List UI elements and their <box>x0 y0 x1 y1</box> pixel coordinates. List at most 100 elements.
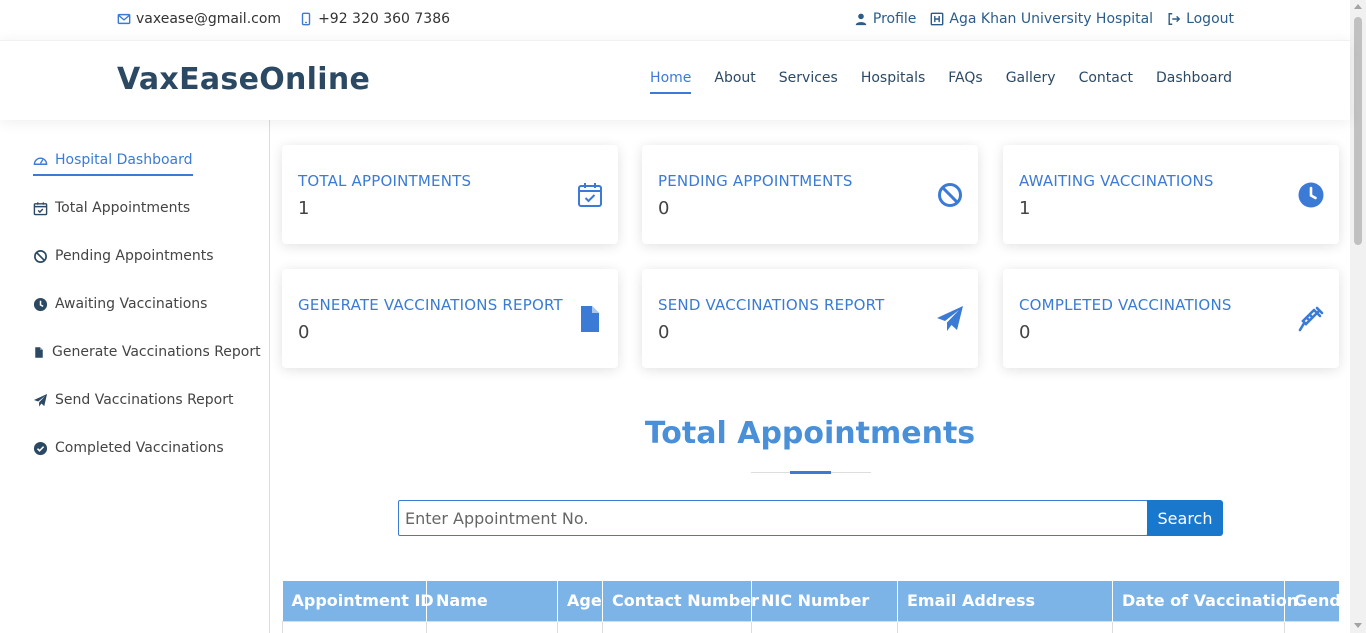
sidebar-item-awaiting-vaccinations[interactable]: Awaiting Vaccinations <box>33 296 207 312</box>
column-header[interactable]: Appointment ID <box>282 581 434 621</box>
table-cell <box>426 620 558 633</box>
column-header[interactable]: Age <box>557 581 603 621</box>
paper-plane-icon <box>937 306 963 331</box>
column-header[interactable]: Contact Number <box>602 581 759 621</box>
sidebar-item-label: Completed Vaccinations <box>55 440 224 456</box>
table-cell <box>602 620 752 633</box>
paper-plane-icon <box>33 393 48 407</box>
scroll-up-arrow-icon[interactable] <box>1354 4 1362 9</box>
card-title: GENERATE VACCINATIONS REPORT <box>298 296 563 314</box>
search-button[interactable]: Search <box>1147 500 1223 536</box>
phone-icon <box>301 12 311 26</box>
sidebar-item-label: Total Appointments <box>55 200 191 216</box>
gauge-icon <box>33 156 48 165</box>
contact-phone[interactable]: +92 320 360 7386 <box>299 11 450 27</box>
card-title: COMPLETED VACCINATIONS <box>1019 296 1232 314</box>
hospital-link[interactable]: Aga Khan University Hospital <box>930 11 1153 27</box>
sidebar-item-label: Pending Appointments <box>55 248 214 264</box>
logout-link[interactable]: Logout <box>1167 11 1234 27</box>
table-cell <box>751 620 898 633</box>
appointment-search-input[interactable] <box>398 500 1148 536</box>
file-icon <box>35 346 43 358</box>
profile-label: Profile <box>872 11 917 27</box>
nav-services[interactable]: Services <box>779 70 838 94</box>
title-divider-accent <box>790 471 831 474</box>
nav-home[interactable]: Home <box>650 70 692 94</box>
page-scrollbar[interactable] <box>1350 0 1366 633</box>
sidebar-item-send-vaccinations-report[interactable]: Send Vaccinations Report <box>33 392 234 408</box>
sidebar-item-total-appointments[interactable]: Total Appointments <box>33 200 190 216</box>
phone-text: +92 320 360 7386 <box>318 11 451 27</box>
main-nav: Home About Services Hospitals FAQs Galle… <box>650 70 1232 94</box>
card-completed-vaccinations[interactable]: COMPLETED VACCINATIONS 0 <box>1003 269 1339 368</box>
sidebar-item-label: Hospital Dashboard <box>55 152 193 168</box>
clock-icon <box>33 297 48 311</box>
nav-about[interactable]: About <box>714 70 755 94</box>
contact-email[interactable]: vaxease@gmail.com <box>117 11 281 27</box>
check-circle-icon <box>33 441 48 455</box>
card-pending-appointments[interactable]: PENDING APPOINTMENTS 0 <box>642 145 978 244</box>
sidebar-item-label: Send Vaccinations Report <box>55 392 234 408</box>
nav-gallery[interactable]: Gallery <box>1006 70 1056 94</box>
card-title: AWAITING VACCINATIONS <box>1019 172 1214 190</box>
card-awaiting-vaccinations[interactable]: AWAITING VACCINATIONS 1 <box>1003 145 1339 244</box>
table-cell <box>282 620 427 633</box>
hospital-label: Aga Khan University Hospital <box>949 11 1154 27</box>
calendar-check-icon <box>578 183 602 207</box>
envelope-icon <box>117 13 131 25</box>
ban-icon <box>34 249 47 263</box>
column-header[interactable]: Date of Vaccination <box>1112 581 1298 621</box>
column-header[interactable]: Name <box>426 581 558 621</box>
card-value: 0 <box>658 198 670 219</box>
card-total-appointments[interactable]: TOTAL APPOINTMENTS 1 <box>282 145 618 244</box>
table-header-row: Appointment ID Name Age Contact Number N… <box>282 581 1339 621</box>
nav-hospitals[interactable]: Hospitals <box>861 70 925 94</box>
scroll-down-arrow-icon[interactable] <box>1354 623 1362 628</box>
column-header[interactable]: Email Address <box>897 581 1113 621</box>
card-title: TOTAL APPOINTMENTS <box>298 172 472 190</box>
ban-icon <box>938 183 962 207</box>
hospital-icon <box>931 12 944 26</box>
card-value: 0 <box>298 322 310 343</box>
card-send-vaccinations-report[interactable]: SEND VACCINATIONS REPORT 0 <box>642 269 978 368</box>
sidebar-item-hospital-dashboard[interactable]: Hospital Dashboard <box>33 152 193 176</box>
table-cell <box>557 620 603 633</box>
nav-faqs[interactable]: FAQs <box>948 70 982 94</box>
logout-label: Logout <box>1186 11 1234 27</box>
main-content: TOTAL APPOINTMENTS 1 PENDING APPOINTMENT… <box>270 120 1350 633</box>
table-cell <box>1284 620 1339 633</box>
sign-out-icon <box>1168 13 1181 25</box>
card-title: PENDING APPOINTMENTS <box>658 172 853 190</box>
card-value: 0 <box>658 322 670 343</box>
sidebar-item-completed-vaccinations[interactable]: Completed Vaccinations <box>33 440 224 456</box>
calendar-check-icon <box>33 201 48 215</box>
scroll-thumb[interactable] <box>1354 17 1362 245</box>
topbar: vaxease@gmail.com +92 320 360 7386 Profi… <box>0 0 1350 40</box>
nav-dashboard[interactable]: Dashboard <box>1156 70 1232 94</box>
sidebar-item-generate-vaccinations-report[interactable]: Generate Vaccinations Report <box>33 344 261 360</box>
clock-icon <box>1298 182 1324 208</box>
table-cell <box>897 620 1113 633</box>
card-generate-vaccinations-report[interactable]: GENERATE VACCINATIONS REPORT 0 <box>282 269 618 368</box>
card-value: 1 <box>298 198 310 219</box>
nav-contact[interactable]: Contact <box>1079 70 1133 94</box>
sidebar-item-label: Generate Vaccinations Report <box>52 344 261 360</box>
card-title: SEND VACCINATIONS REPORT <box>658 296 885 314</box>
sidebar-item-pending-appointments[interactable]: Pending Appointments <box>33 248 214 264</box>
email-text: vaxease@gmail.com <box>136 11 282 27</box>
appointments-table: Appointment ID Name Age Contact Number N… <box>282 581 1339 633</box>
table-cell <box>1112 620 1285 633</box>
card-value: 0 <box>1019 322 1031 343</box>
sidebar: Hospital Dashboard Total Appointments Pe… <box>0 120 270 633</box>
user-icon <box>855 13 867 26</box>
profile-link[interactable]: Profile <box>854 11 917 27</box>
table-row <box>282 620 1339 633</box>
site-logo[interactable]: VaxEaseOnline <box>117 62 370 97</box>
sidebar-item-label: Awaiting Vaccinations <box>55 296 208 312</box>
column-header[interactable]: NIC Number <box>751 581 898 621</box>
syringe-icon <box>1298 306 1324 332</box>
file-icon <box>581 306 599 332</box>
card-value: 1 <box>1019 198 1031 219</box>
site-header: VaxEaseOnline Home About Services Hospit… <box>0 40 1350 120</box>
section-title: Total Appointments <box>644 416 976 451</box>
